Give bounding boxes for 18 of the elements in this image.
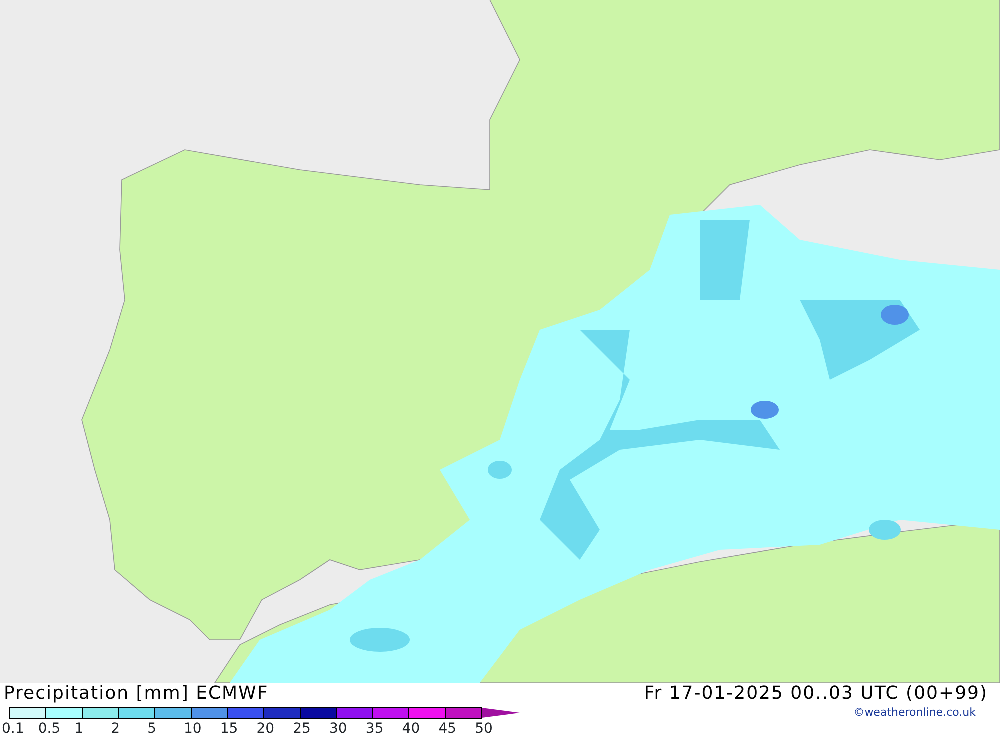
scale-label: 45 xyxy=(438,722,457,733)
scale-label: 35 xyxy=(366,722,384,733)
scale-arrow-icon xyxy=(482,708,520,718)
scale-label: 30 xyxy=(330,722,348,733)
scale-label: 1 xyxy=(74,722,84,733)
scale-label: 0.1 xyxy=(2,722,24,733)
scale-label: 10 xyxy=(184,722,202,733)
scale-label: 25 xyxy=(293,722,311,733)
scale-label: 20 xyxy=(256,722,275,733)
scale-label: 40 xyxy=(402,722,420,733)
scale-label: 5 xyxy=(148,722,156,733)
scale-label: 2 xyxy=(111,722,120,733)
scale-label: 15 xyxy=(220,722,238,733)
map-title: Precipitation [mm] ECMWF xyxy=(4,683,269,705)
scale-label: 50 xyxy=(475,722,493,733)
scale-label: 0.5 xyxy=(38,722,61,733)
valid-time: Fr 17-01-2025 00..03 UTC (00+99) xyxy=(644,683,988,705)
copyright-link[interactable]: ©weatheronline.co.uk xyxy=(854,705,976,722)
